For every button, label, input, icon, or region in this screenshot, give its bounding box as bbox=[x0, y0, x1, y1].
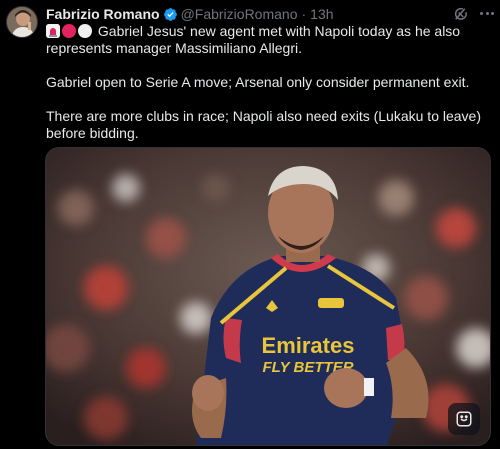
tweet-line-1-row: Gabriel Jesus' new agent met with Napoli… bbox=[46, 23, 486, 57]
verified-badge-icon bbox=[163, 7, 178, 22]
white-circle-emoji bbox=[78, 24, 92, 38]
tweet-header: Fabrizio Romano @FabrizioRomano · 13h bbox=[46, 5, 334, 23]
grok-icon[interactable] bbox=[452, 5, 470, 23]
tweet-line-3: There are more clubs in race; Napoli als… bbox=[46, 108, 481, 141]
tweet-text: Gabriel Jesus' new agent met with Napoli… bbox=[46, 23, 486, 142]
tweet-line-2: Gabriel open to Serie A move; Arsenal on… bbox=[46, 74, 470, 90]
shirt-sponsor-text: Emirates bbox=[262, 333, 355, 358]
tweet-line-1: Gabriel Jesus' new agent met with Napoli… bbox=[46, 23, 461, 56]
edit-image-icon[interactable] bbox=[448, 403, 480, 435]
timestamp[interactable]: 13h bbox=[310, 5, 333, 23]
rotating-light-emoji bbox=[46, 24, 60, 38]
tweet[interactable]: Fabrizio Romano @FabrizioRomano · 13h Ga… bbox=[0, 0, 500, 449]
more-dot bbox=[480, 11, 483, 15]
red-circle-emoji bbox=[62, 24, 76, 38]
tweet-image[interactable]: Emirates FLY BETTER bbox=[45, 147, 491, 446]
separator-dot: · bbox=[301, 6, 307, 22]
more-dot bbox=[485, 11, 489, 15]
more-icon[interactable] bbox=[478, 4, 496, 22]
author-handle[interactable]: @FabrizioRomano bbox=[181, 5, 298, 23]
avatar[interactable] bbox=[6, 6, 38, 38]
author-name[interactable]: Fabrizio Romano bbox=[46, 5, 160, 23]
more-dot bbox=[491, 11, 494, 15]
